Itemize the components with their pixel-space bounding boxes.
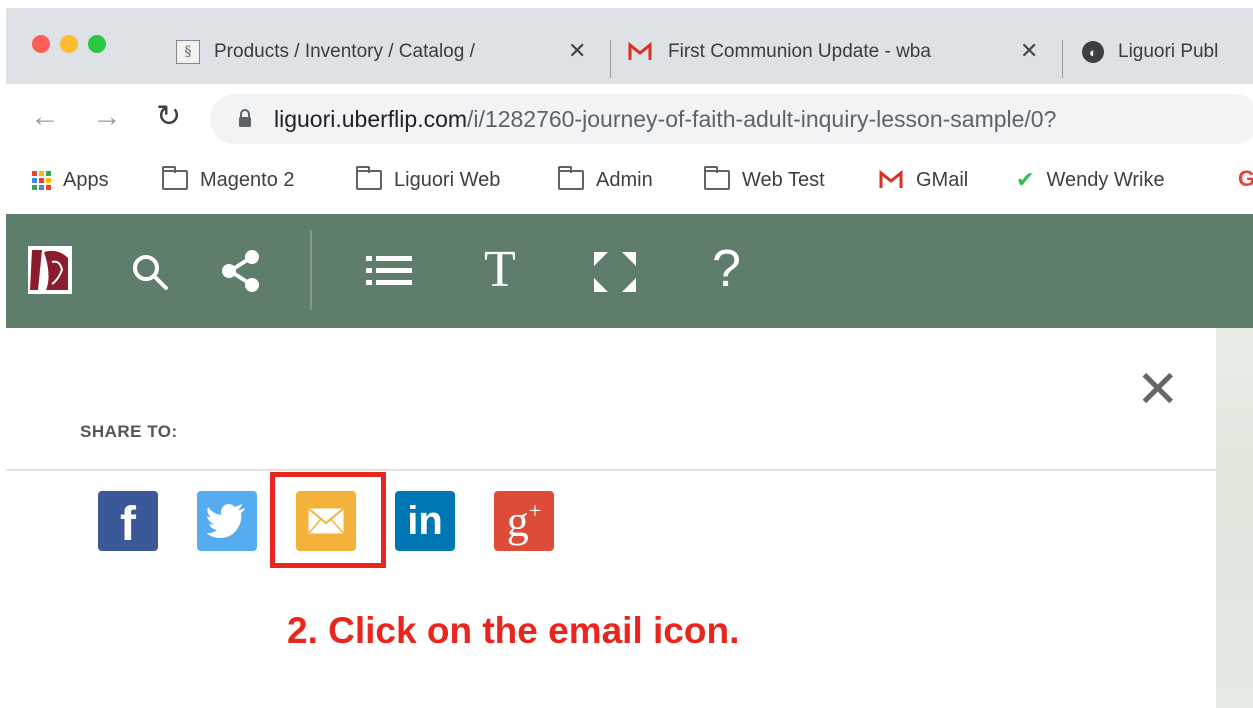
tab-first-communion[interactable]: First Communion Update - wba: [628, 36, 1016, 68]
email-highlight-box: [270, 472, 386, 568]
twitter-icon: [207, 504, 245, 538]
folder-icon: [558, 166, 584, 190]
bookmark-label: Admin: [596, 168, 653, 191]
maximize-window-button[interactable]: [88, 35, 106, 53]
bookmark-wendy-wrike[interactable]: ✔ Wendy Wrike: [1016, 166, 1165, 194]
address-bar[interactable]: liguori.uberflip.com/i/1282760-journey-o…: [210, 94, 1253, 144]
bookmark-label: Wendy Wrike: [1046, 168, 1165, 191]
share-icon[interactable]: [220, 248, 260, 294]
bookmark-label: Magento 2: [200, 168, 295, 191]
facebook-icon: f: [120, 497, 136, 551]
linkedin-share-button[interactable]: in: [395, 491, 455, 551]
list-icon[interactable]: [366, 254, 412, 288]
bookmark-label: Web Test: [742, 168, 825, 191]
bookmark-liguori-web[interactable]: Liguori Web: [356, 166, 500, 194]
reload-icon[interactable]: ↻: [156, 102, 181, 132]
linkedin-icon: in: [407, 498, 443, 543]
url-path: /i/1282760-journey-of-faith-adult-inquir…: [467, 106, 1057, 132]
help-icon[interactable]: ?: [712, 240, 741, 298]
search-icon[interactable]: [130, 252, 170, 292]
folder-icon: [704, 166, 730, 190]
bookmark-label: Liguori Web: [394, 168, 501, 191]
liguori-icon: §: [176, 40, 200, 64]
gmail-icon: [628, 42, 652, 60]
browser-tab-strip: § Products / Inventory / Catalog / ✕ Fir…: [6, 8, 1253, 84]
google-plus-share-button[interactable]: g +: [494, 491, 554, 551]
minimize-window-button[interactable]: [60, 35, 78, 53]
close-tab-icon[interactable]: ✕: [568, 38, 586, 64]
bookmark-web-test[interactable]: Web Test: [704, 166, 825, 194]
twitter-share-button[interactable]: [197, 491, 257, 551]
page-preview-strip: [1216, 328, 1253, 708]
tab-separator: [610, 40, 611, 78]
bookmark-label: GMail: [916, 168, 969, 191]
tab-title: Liguori Publ: [1118, 41, 1219, 62]
share-divider: [6, 469, 1216, 471]
url-host: liguori.uberflip.com: [274, 106, 468, 132]
bookmark-apps[interactable]: Apps: [32, 166, 109, 194]
bookmark-admin[interactable]: Admin: [558, 166, 653, 194]
instruction-annotation: 2. Click on the email icon.: [287, 610, 740, 651]
check-icon: ✔: [1016, 167, 1035, 192]
lock-icon: [239, 109, 251, 127]
bookmark-label: Apps: [63, 168, 109, 191]
text-size-icon[interactable]: T: [484, 242, 516, 298]
bookmark-gmail[interactable]: GMail: [878, 166, 968, 194]
browser-toolbar: ← → ↻ liguori.uberflip.com/i/1282760-jou…: [6, 84, 1253, 154]
google-plus-glyph: g: [506, 496, 529, 546]
tab-liguori-publ[interactable]: ◐ Liguori Publ: [1082, 36, 1253, 68]
folder-icon: [162, 166, 188, 190]
tab-title: First Communion Update - wba: [668, 41, 931, 62]
viewer-toolbar: T ?: [6, 214, 1253, 328]
facebook-share-button[interactable]: f: [98, 491, 158, 551]
toolbar-divider: [310, 230, 312, 310]
tab-separator: [1062, 40, 1063, 78]
tab-title: Products / Inventory / Catalog /: [214, 41, 475, 62]
gmail-icon: [878, 170, 904, 190]
bookmark-magento-2[interactable]: Magento 2: [162, 166, 295, 194]
fullscreen-icon[interactable]: [592, 250, 638, 294]
bookmarks-bar: Apps Magento 2 Liguori Web Admin Web Tes…: [6, 154, 1253, 214]
back-arrow-icon[interactable]: ←: [30, 102, 60, 132]
forward-arrow-icon[interactable]: →: [92, 102, 122, 132]
url-text: liguori.uberflip.com/i/1282760-journey-o…: [274, 106, 1056, 133]
close-share-panel-icon[interactable]: ✕: [1136, 364, 1180, 416]
close-tab-icon[interactable]: ✕: [1020, 38, 1038, 64]
apps-grid-icon: [32, 170, 51, 190]
close-window-button[interactable]: [32, 35, 50, 53]
google-plus-icon: g +: [507, 496, 541, 547]
folder-icon: [356, 166, 382, 190]
share-to-heading: SHARE TO:: [80, 422, 178, 441]
liguori-logo[interactable]: [28, 246, 72, 294]
globe-icon: ◐: [1082, 41, 1104, 63]
google-plus-superscript: +: [528, 497, 542, 523]
tab-products-inventory[interactable]: § Products / Inventory / Catalog /: [176, 36, 566, 68]
google-icon[interactable]: G: [1238, 166, 1253, 192]
